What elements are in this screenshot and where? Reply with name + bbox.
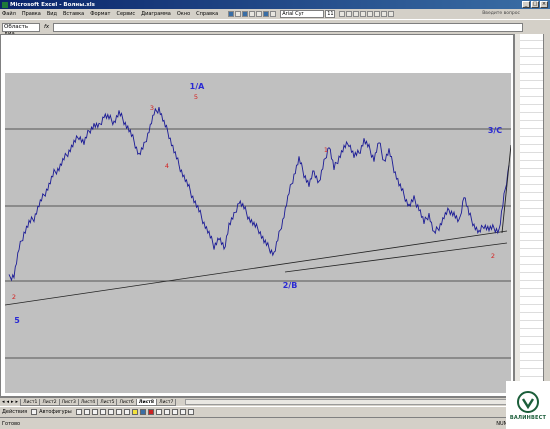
actions-menu[interactable]: Действия (2, 409, 27, 415)
rectangle-tool-icon[interactable] (91, 409, 98, 415)
close-button[interactable]: × (540, 1, 548, 8)
status-bar: Готово NUM (0, 417, 514, 429)
window-title: Microsoft Excel - Волны.xls (10, 1, 95, 8)
fx-icon[interactable]: fx (44, 24, 49, 30)
sheet-tab[interactable]: Лист6 (116, 398, 137, 406)
menu-tools[interactable]: Сервис (116, 11, 135, 17)
align-right-icon[interactable] (374, 11, 381, 17)
maximize-button[interactable]: □ (531, 1, 539, 8)
oval-tool-icon[interactable] (99, 409, 106, 415)
line-tool-icon[interactable] (75, 409, 82, 415)
arrow-style-icon[interactable] (171, 409, 178, 415)
sheet-tab[interactable]: Лист4 (77, 398, 99, 406)
menu-bar: Файл Правка Вид Вставка Формат Сервис Ди… (0, 9, 550, 20)
menu-view[interactable]: Вид (47, 11, 57, 17)
logo-mark-icon (517, 390, 539, 413)
excel-icon (2, 1, 8, 8)
wave-label-red: 1 (324, 146, 328, 154)
chart-sheet[interactable]: 1/A 2/B 3/C 5 1 2 3 4 5 2 (0, 34, 514, 397)
font-size-select[interactable]: 11 (325, 10, 336, 18)
new-icon[interactable] (228, 11, 235, 17)
help-icon[interactable] (270, 11, 277, 17)
sheet-tab-active[interactable]: Лист8 (135, 398, 158, 406)
italic-icon[interactable] (346, 11, 353, 17)
help-question-input[interactable]: Введите вопрос (482, 11, 520, 16)
wordart-icon[interactable] (115, 409, 122, 415)
wave-label-red: 4 (165, 162, 169, 170)
arrow-tool-icon[interactable] (83, 409, 90, 415)
sheet-tab[interactable]: Лист5 (97, 398, 118, 406)
save-icon[interactable] (242, 11, 249, 17)
menu-format[interactable]: Формат (90, 11, 110, 17)
formula-input[interactable] (53, 22, 524, 32)
tab-next-button[interactable]: ▸ (11, 399, 14, 405)
currency-icon[interactable] (381, 11, 388, 17)
menu-insert[interactable]: Вставка (63, 11, 84, 17)
wave-label-blue: 1/A (190, 82, 205, 91)
select-pointer-icon[interactable] (31, 409, 38, 415)
menu-window[interactable]: Окно (177, 11, 190, 17)
clipart-icon[interactable] (123, 409, 130, 415)
preview-icon[interactable] (256, 11, 263, 17)
drawing-toolbar: Действия Автофигуры (0, 406, 514, 417)
align-left-icon[interactable] (360, 11, 367, 17)
logo-text: ВАЛИНВЕСТ (509, 414, 547, 421)
wave-label-red: 3 (150, 104, 154, 112)
excel-window: Microsoft Excel - Волны.xls _ □ × Файл П… (0, 0, 550, 429)
name-box[interactable]: Область диа... (2, 22, 40, 37)
formula-bar: Область диа... fx (0, 21, 550, 37)
percent-icon[interactable] (388, 11, 395, 17)
dash-style-icon[interactable] (163, 409, 170, 415)
wave-label-blue: 2/B (283, 281, 298, 290)
autoshapes-menu[interactable]: Автофигуры (39, 409, 72, 415)
tab-prev-button[interactable]: ◂ (7, 399, 10, 405)
standard-toolbar (228, 11, 277, 17)
title-bar: Microsoft Excel - Волны.xls _ □ × (0, 0, 550, 9)
wave-label-red: 2 (491, 252, 495, 260)
font-color-icon[interactable] (147, 409, 154, 415)
print-icon[interactable] (249, 11, 256, 17)
shadow-icon[interactable] (179, 409, 186, 415)
sheet-tab[interactable]: Лист2 (39, 398, 60, 406)
wave-label-red: 5 (194, 93, 198, 101)
underline-icon[interactable] (353, 11, 360, 17)
fill-color-icon[interactable] (131, 409, 138, 415)
wave-label-red: 2 (12, 293, 16, 301)
sheet-tab-bar: ◂ ◂ ▸ ▸ Лист1 Лист2 Лист3 Лист4 Лист5 Ли… (0, 397, 514, 406)
tab-last-button[interactable]: ▸ (16, 399, 19, 405)
wave-label-blue: 5 (14, 316, 20, 325)
textbox-tool-icon[interactable] (107, 409, 114, 415)
menu-chart[interactable]: Диаграмма (141, 11, 171, 17)
tab-first-button[interactable]: ◂ (2, 399, 5, 405)
menu-edit[interactable]: Правка (22, 11, 41, 17)
menu-help[interactable]: Справка (196, 11, 218, 17)
menu-file[interactable]: Файл (2, 11, 16, 17)
font-name-select[interactable]: Arial Cyr (280, 10, 325, 18)
horizontal-scrollbar[interactable] (185, 399, 514, 405)
status-text: Готово (2, 420, 21, 427)
chart-plot[interactable]: 1/A 2/B 3/C 5 1 2 3 4 5 2 (5, 73, 511, 393)
sheet-tab[interactable]: Лист7 (156, 398, 177, 406)
bold-icon[interactable] (339, 11, 346, 17)
format-toolbar (339, 11, 395, 17)
chart-wizard-icon[interactable] (263, 11, 270, 17)
line-style-icon[interactable] (155, 409, 162, 415)
align-center-icon[interactable] (367, 11, 374, 17)
line-color-icon[interactable] (139, 409, 146, 415)
right-scrollbar[interactable] (543, 34, 550, 397)
sheet-tab[interactable]: Лист3 (58, 398, 79, 406)
3d-icon[interactable] (187, 409, 194, 415)
minimize-button[interactable]: _ (522, 1, 530, 8)
open-icon[interactable] (235, 11, 242, 17)
valinvest-logo: ВАЛИНВЕСТ (506, 381, 550, 429)
sheet-tab[interactable]: Лист1 (20, 398, 41, 406)
wave-label-blue: 3/C (488, 126, 502, 135)
